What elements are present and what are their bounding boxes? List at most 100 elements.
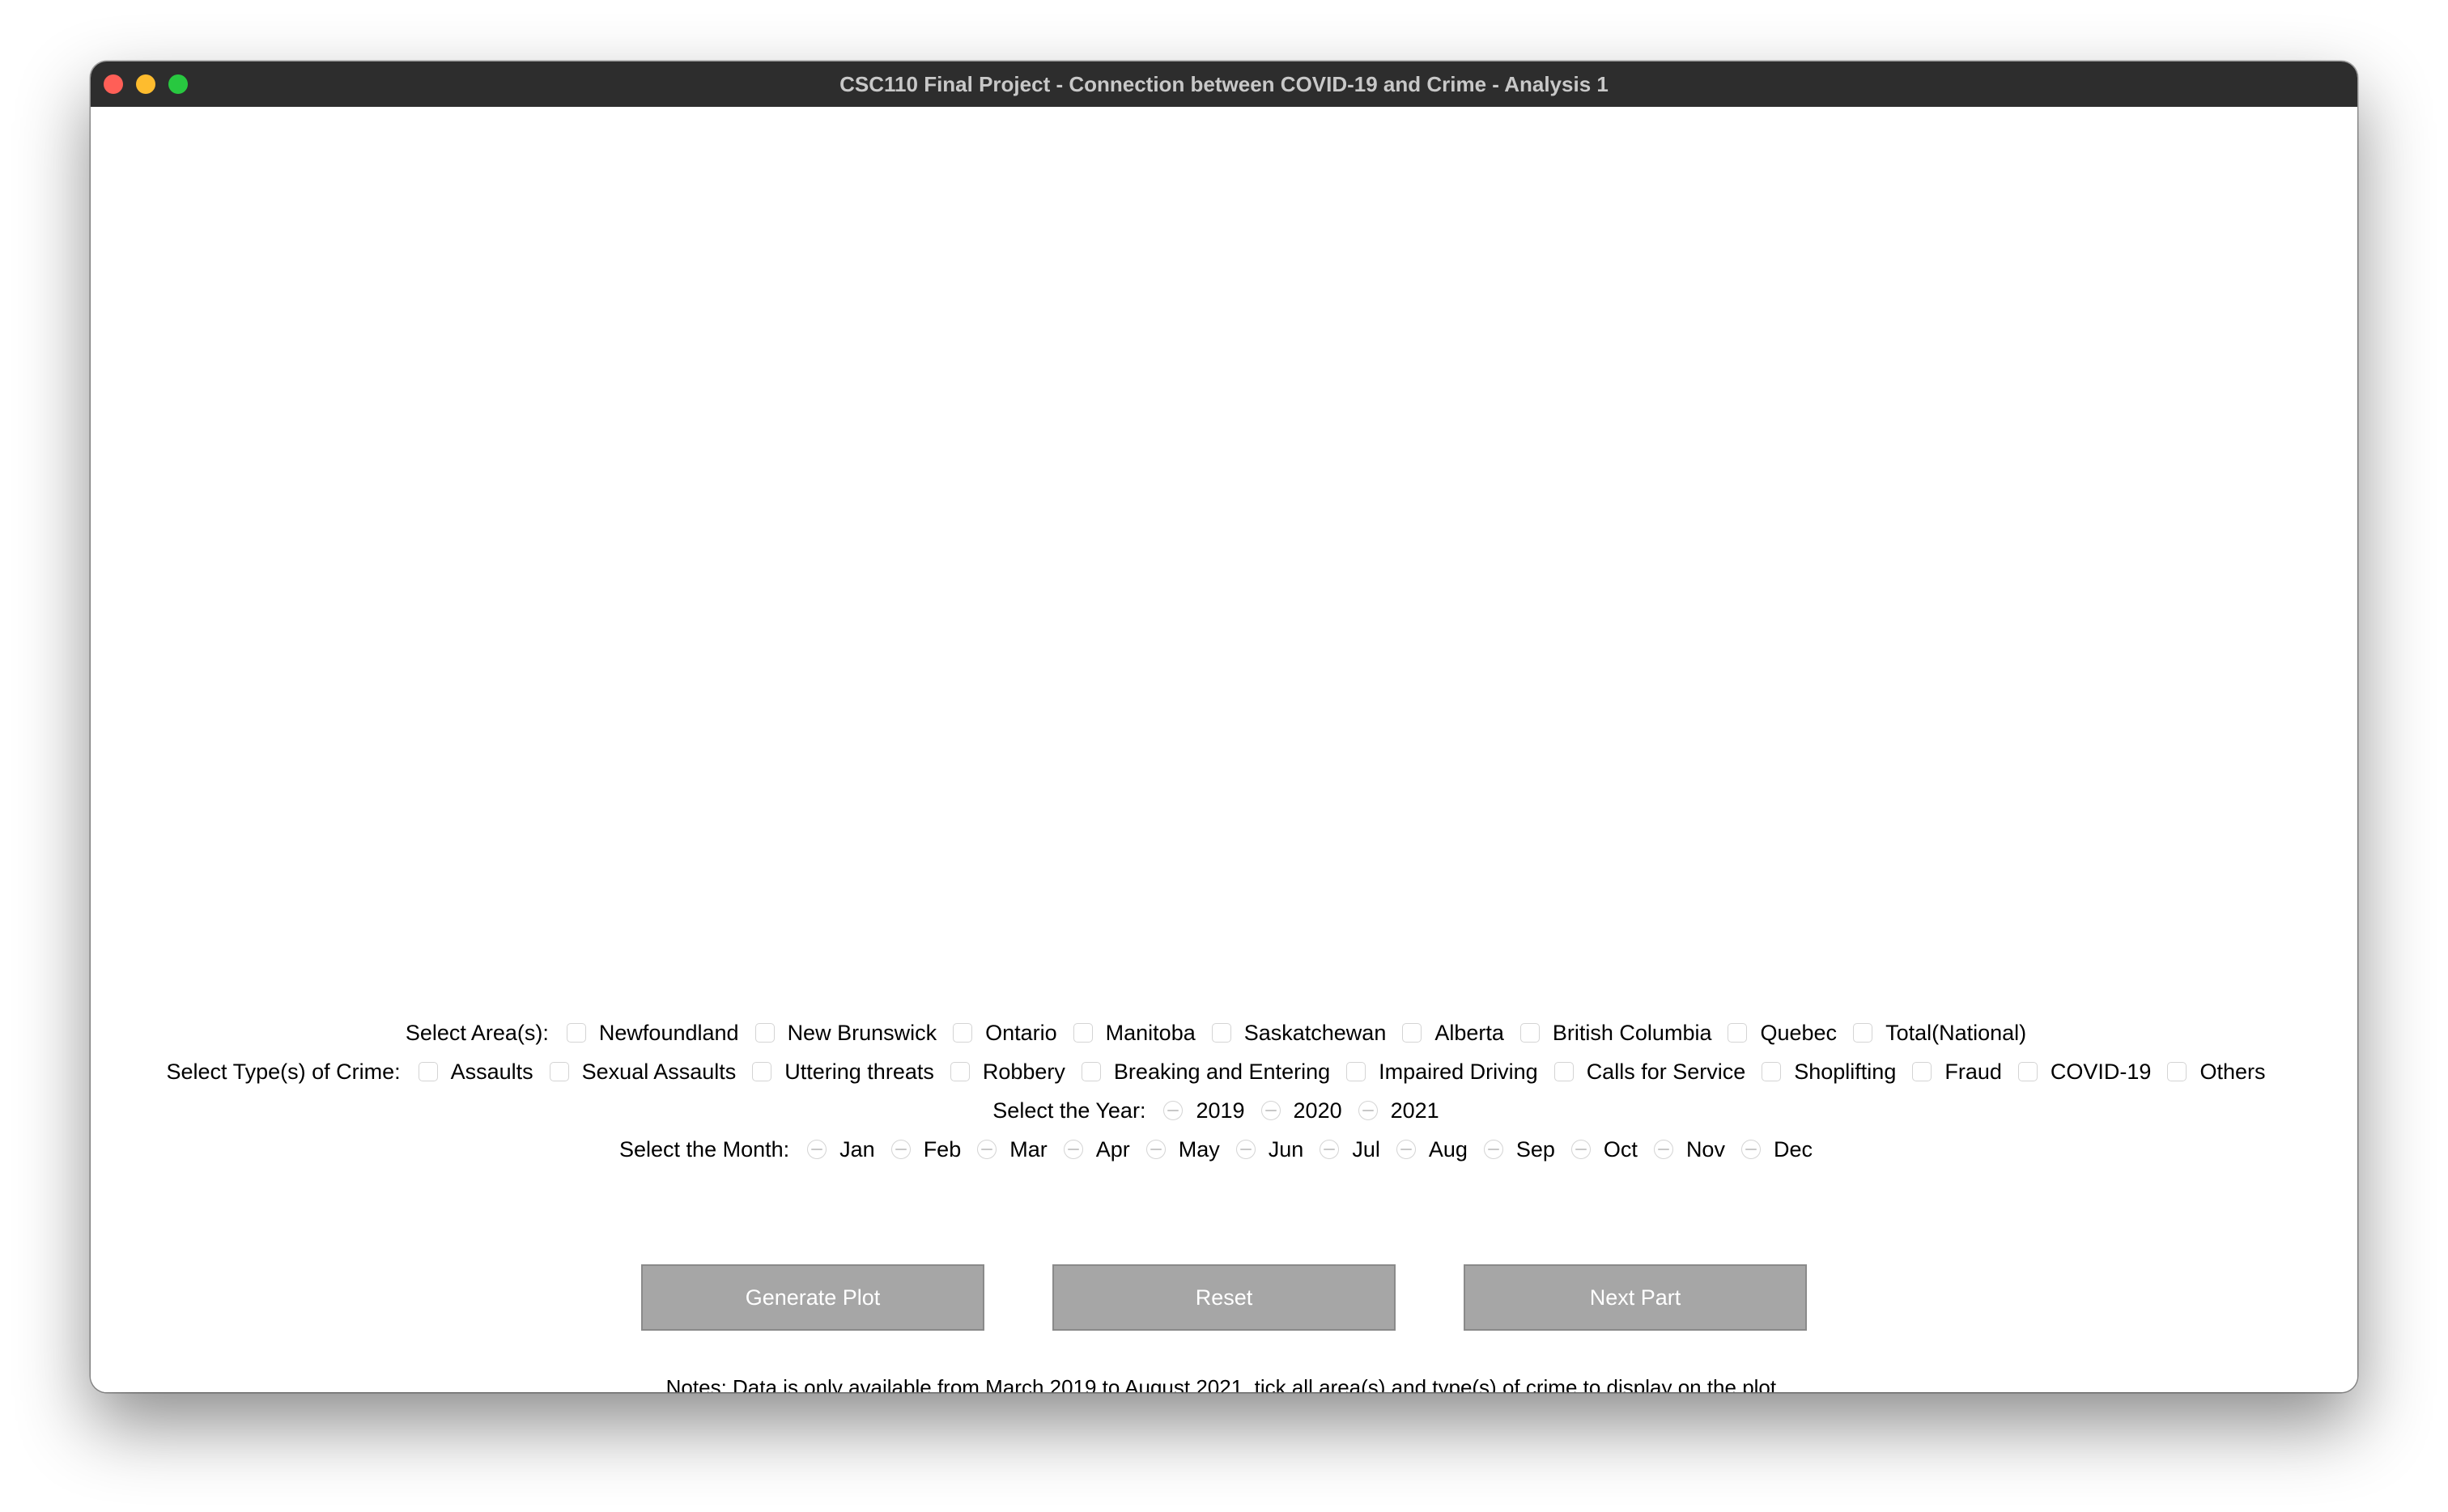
radio-button[interactable] [1653, 1140, 1673, 1159]
checkbox-crimes-uttering-threats[interactable]: Uttering threats [752, 1060, 934, 1085]
checkbox-crimes-assaults[interactable]: Assaults [418, 1059, 533, 1085]
checkbox-box[interactable] [1912, 1062, 1932, 1081]
checkbox-areas-british-columbia[interactable]: British Columbia [1519, 1021, 1711, 1046]
radio-button[interactable] [1235, 1140, 1256, 1159]
radio-month-mar[interactable]: Mar [977, 1137, 1048, 1162]
option-label: 2019 [1196, 1098, 1245, 1123]
option-label: Jul [1352, 1136, 1380, 1162]
checkbox-box[interactable] [1346, 1062, 1366, 1081]
checkbox-box[interactable] [1728, 1023, 1748, 1043]
checkbox-crimes-shoplifting[interactable]: Shoplifting [1762, 1060, 1896, 1085]
radio-month-jun[interactable]: Jun [1235, 1137, 1303, 1162]
radio-month-nov[interactable]: Nov [1653, 1137, 1725, 1162]
checkbox-crimes-impaired-driving[interactable]: Impaired Driving [1346, 1060, 1538, 1085]
radio-button[interactable] [1063, 1140, 1083, 1159]
checkbox-crimes-breaking-and-entering[interactable]: Breaking and Entering [1081, 1060, 1330, 1085]
radio-month-jan[interactable]: Jan [807, 1137, 875, 1162]
checkbox-box[interactable] [2017, 1062, 2038, 1081]
checkbox-box[interactable] [1211, 1023, 1231, 1043]
checkbox-crimes-covid-19[interactable]: COVID-19 [2017, 1059, 2152, 1085]
checkbox-box[interactable] [566, 1023, 586, 1043]
title-bar[interactable]: CSC110 Final Project - Connection betwee… [91, 62, 2357, 108]
radio-button[interactable] [1396, 1140, 1416, 1159]
checkbox-box[interactable] [1073, 1023, 1093, 1043]
next-part-button[interactable]: Next Part [1464, 1264, 1807, 1331]
checkbox-crimes-calls-for-service[interactable]: Calls for Service [1553, 1060, 1745, 1085]
radio-month-jul[interactable]: Jul [1320, 1137, 1380, 1162]
year-options: 2019 2020 2021 [1163, 1098, 1455, 1123]
radio-month-dec[interactable]: Dec [1740, 1137, 1813, 1162]
app-window: CSC110 Final Project - Connection betwee… [91, 62, 2357, 1392]
checkbox-areas-total-national[interactable]: Total(National) [1853, 1021, 2026, 1046]
checkbox-box[interactable] [418, 1062, 438, 1081]
checkbox-crimes-sexual-assaults[interactable]: Sexual Assaults [549, 1060, 736, 1085]
checkbox-box[interactable] [754, 1023, 775, 1043]
checkbox-box[interactable] [1519, 1023, 1540, 1043]
radio-button[interactable] [1740, 1140, 1761, 1159]
radio-button[interactable] [1358, 1101, 1378, 1120]
checkbox-areas-saskatchewan[interactable]: Saskatchewan [1211, 1021, 1386, 1046]
checkbox-box[interactable] [1553, 1062, 1574, 1081]
option-label: Total(National) [1885, 1020, 2027, 1045]
reset-button[interactable]: Reset [1052, 1264, 1396, 1331]
checkbox-crimes-others[interactable]: Others [2167, 1060, 2265, 1085]
option-label: Manitoba [1105, 1020, 1196, 1045]
option-label: Assaults [450, 1059, 533, 1084]
checkbox-box[interactable] [2167, 1062, 2187, 1081]
radio-button[interactable] [1145, 1140, 1166, 1159]
radio-month-aug[interactable]: Aug [1396, 1137, 1468, 1162]
radio-button[interactable] [1320, 1140, 1340, 1159]
area-selection-label: Select Area(s): [405, 1020, 549, 1045]
crime-type-options: Assaults Sexual Assaults Uttering threats R… [418, 1059, 2282, 1085]
radio-month-apr[interactable]: Apr [1063, 1136, 1130, 1162]
checkbox-box[interactable] [953, 1023, 973, 1043]
option-label: 2020 [1293, 1098, 1342, 1123]
radio-month-feb[interactable]: Feb [890, 1137, 961, 1162]
radio-year-2019[interactable]: 2019 [1163, 1098, 1245, 1123]
radio-button[interactable] [807, 1140, 827, 1159]
radio-year-2020[interactable]: 2020 [1260, 1098, 1342, 1123]
checkbox-areas-alberta[interactable]: Alberta [1402, 1021, 1504, 1046]
checkbox-areas-new-brunswick[interactable]: New Brunswick [754, 1020, 937, 1046]
radio-button[interactable] [977, 1140, 997, 1159]
option-label: Jan [839, 1136, 875, 1162]
area-options: Newfoundland New Brunswick Ontario Manitoba… [566, 1020, 2042, 1046]
generate-plot-button[interactable]: Generate Plot [641, 1264, 984, 1331]
option-label: New Brunswick [787, 1020, 937, 1045]
checkbox-areas-quebec[interactable]: Quebec [1728, 1021, 1837, 1046]
radio-button[interactable] [1260, 1101, 1281, 1120]
option-label: COVID-19 [2050, 1059, 2152, 1084]
plot-area [91, 107, 2357, 989]
option-label: Sep [1515, 1136, 1555, 1162]
crime-type-selection-row: Select Type(s) of Crime: Assaults Sexual … [91, 1055, 2357, 1088]
checkbox-crimes-fraud[interactable]: Fraud [1912, 1060, 2002, 1085]
option-label: Impaired Driving [1379, 1059, 1538, 1084]
option-label: Fraud [1944, 1059, 2002, 1084]
radio-month-oct[interactable]: Oct [1570, 1137, 1638, 1162]
checkbox-box[interactable] [1081, 1062, 1101, 1081]
checkbox-box[interactable] [950, 1062, 970, 1081]
radio-button[interactable] [1483, 1140, 1503, 1159]
option-label: Aug [1428, 1136, 1468, 1162]
radio-month-may[interactable]: May [1145, 1137, 1220, 1162]
radio-button[interactable] [1570, 1140, 1591, 1159]
radio-button[interactable] [890, 1140, 911, 1159]
radio-button[interactable] [1163, 1101, 1184, 1120]
month-selection-row: Select the Month: Jan Feb Mar Apr May Jun Jul A… [91, 1133, 2357, 1166]
option-label: Apr [1095, 1136, 1130, 1162]
year-selection-row: Select the Year: 2019 2020 2021 [91, 1094, 2357, 1127]
area-selection-row: Select Area(s): Newfoundland New Brunswic… [91, 1017, 2357, 1049]
radio-month-sep[interactable]: Sep [1483, 1136, 1555, 1162]
radio-year-2021[interactable]: 2021 [1358, 1098, 1439, 1123]
checkbox-crimes-robbery[interactable]: Robbery [950, 1060, 1065, 1085]
checkbox-box[interactable] [1853, 1023, 1873, 1043]
checkbox-areas-newfoundland[interactable]: Newfoundland [566, 1021, 739, 1046]
checkbox-box[interactable] [752, 1062, 772, 1081]
checkbox-areas-ontario[interactable]: Ontario [953, 1021, 1057, 1046]
window-title: CSC110 Final Project - Connection betwee… [839, 72, 1609, 96]
checkbox-box[interactable] [1762, 1062, 1782, 1081]
checkbox-areas-manitoba[interactable]: Manitoba [1073, 1021, 1196, 1046]
crime-type-selection-label: Select Type(s) of Crime: [166, 1059, 401, 1084]
checkbox-box[interactable] [1402, 1023, 1422, 1043]
checkbox-box[interactable] [549, 1062, 569, 1081]
